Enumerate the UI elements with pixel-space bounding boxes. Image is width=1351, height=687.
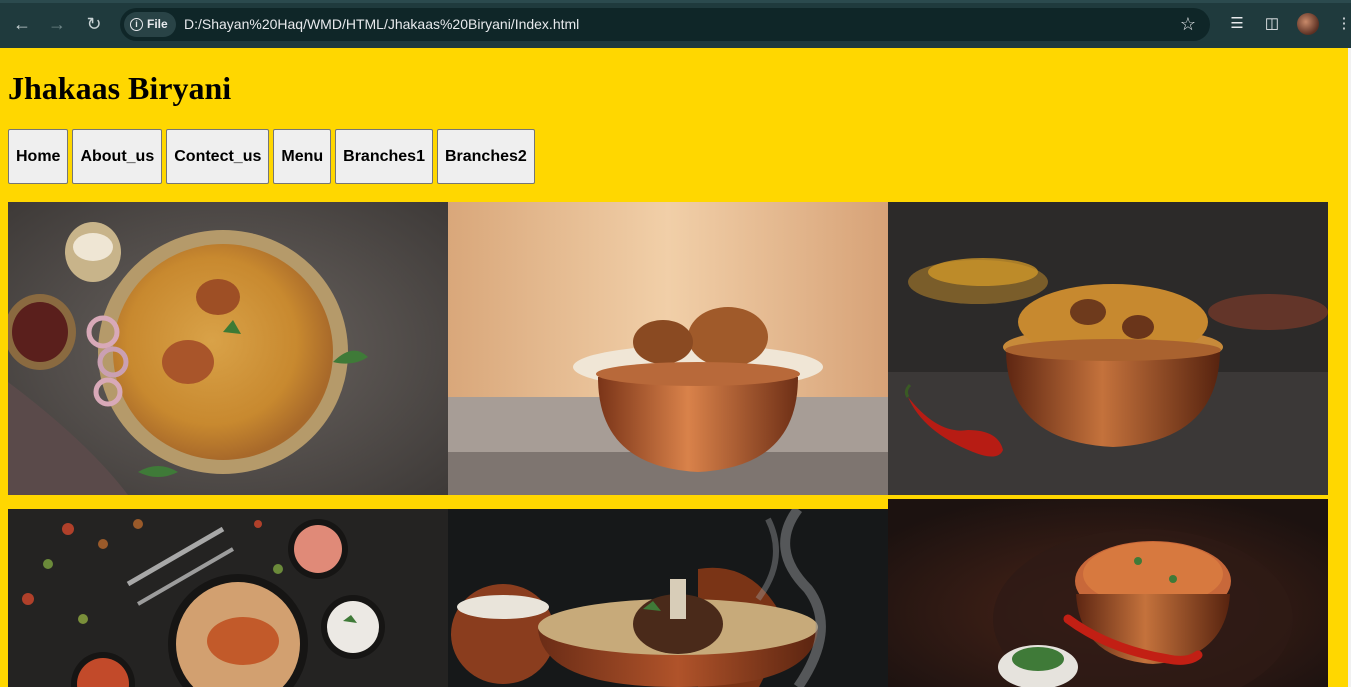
media-control-icon[interactable]: ☰	[1226, 13, 1248, 35]
nav-branches1-button[interactable]: Branches1	[335, 129, 433, 184]
info-icon: i	[130, 18, 143, 31]
biryani-photo-6	[888, 499, 1328, 687]
side-panel-icon[interactable]: ◫	[1261, 13, 1283, 35]
back-arrow-icon[interactable]: ←	[10, 12, 34, 36]
forward-arrow-icon[interactable]: →	[45, 12, 69, 36]
menu-kebab-icon[interactable]: ⋮	[1333, 13, 1351, 35]
nav-branches2-button[interactable]: Branches2	[436, 129, 535, 184]
reload-icon[interactable]: ↻	[82, 12, 106, 36]
site-title: Jhakaas Biryani	[8, 70, 232, 106]
biryani-photo-1	[8, 202, 448, 495]
site-nav: Home About_us Contect_us Menu Branches1 …	[8, 129, 535, 184]
nav-about-button[interactable]: About_us	[72, 129, 163, 184]
browser-toolbar: ← → ↻ i File D:/Shayan%20Haq/WMD/HTML/Jh…	[0, 0, 1351, 48]
biryani-photo-3	[888, 202, 1328, 495]
biryani-photo-2	[448, 202, 888, 495]
biryani-photo-4	[8, 509, 448, 687]
url-text[interactable]: D:/Shayan%20Haq/WMD/HTML/Jhakaas%20Birya…	[184, 8, 579, 41]
profile-avatar[interactable]	[1297, 13, 1319, 35]
site-info-chip[interactable]: i File	[124, 12, 176, 37]
file-chip-label: File	[147, 17, 168, 31]
nav-home-button[interactable]: Home	[8, 129, 69, 184]
address-bar[interactable]: i File D:/Shayan%20Haq/WMD/HTML/Jhakaas%…	[120, 8, 1210, 41]
page-body: Jhakaas Biryani Home About_us Contect_us…	[0, 48, 1351, 687]
bookmark-star-icon[interactable]: ☆	[1180, 12, 1196, 37]
biryani-photo-5	[448, 509, 888, 687]
tab-strip-edge	[0, 0, 1351, 3]
nav-menu-button[interactable]: Menu	[273, 129, 332, 184]
nav-contact-button[interactable]: Contect_us	[166, 129, 270, 184]
